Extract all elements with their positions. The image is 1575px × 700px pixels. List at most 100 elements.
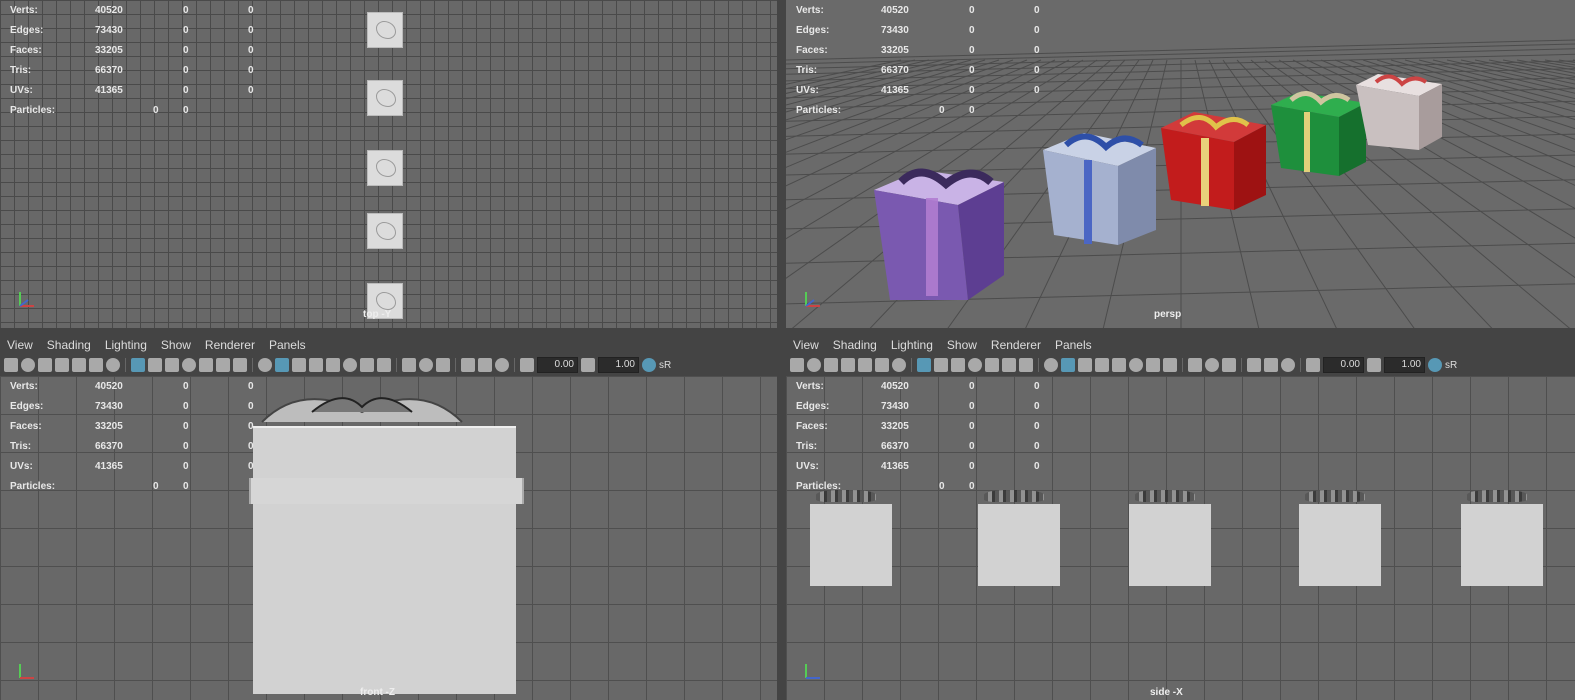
film-gate-icon[interactable]	[148, 358, 162, 372]
menu-lighting[interactable]: Lighting	[884, 338, 940, 352]
wireframe-on-shaded-icon[interactable]	[309, 358, 323, 372]
field-chart-icon[interactable]	[985, 358, 999, 372]
camera-lock-icon[interactable]	[807, 358, 821, 372]
isolate-select-icon[interactable]	[461, 358, 475, 372]
bookmark-icon[interactable]	[55, 358, 69, 372]
image-plane-icon[interactable]	[858, 358, 872, 372]
use-all-lights-icon[interactable]	[1146, 358, 1160, 372]
resolution-gate-icon[interactable]	[165, 358, 179, 372]
wireframe-on-shaded-icon[interactable]	[1095, 358, 1109, 372]
smooth-shade-icon[interactable]	[1061, 358, 1075, 372]
gift-top-view-3[interactable]	[367, 150, 403, 186]
smooth-shade-icon[interactable]	[275, 358, 289, 372]
menu-view[interactable]: View	[786, 338, 826, 352]
color-management-icon[interactable]	[1428, 358, 1442, 372]
isolate-select-icon[interactable]	[1247, 358, 1261, 372]
gate-mask-icon[interactable]	[968, 358, 982, 372]
use-all-lights-icon[interactable]	[360, 358, 374, 372]
shadows-icon[interactable]	[1163, 358, 1177, 372]
exposure-field[interactable]: 0.00	[1323, 357, 1364, 373]
exposure-icon[interactable]	[1306, 358, 1320, 372]
menu-show[interactable]: Show	[154, 338, 198, 352]
safe-action-icon[interactable]	[216, 358, 230, 372]
viewport-front[interactable]: Verts: 40520 0 0 Edges: 73430 0 0 Faces: 33205 0 0 T…	[0, 376, 777, 700]
menu-shading[interactable]: Shading	[40, 338, 98, 352]
safe-action-icon[interactable]	[1002, 358, 1016, 372]
menu-panels[interactable]: Panels	[1048, 338, 1099, 352]
ambient-occlusion-icon[interactable]	[402, 358, 416, 372]
camera-attrs-icon[interactable]	[38, 358, 52, 372]
pan-zoom-icon[interactable]	[875, 358, 889, 372]
viewport-top[interactable]: Verts: 40520 0 0 Edges: 73430 0 0 Faces: 33205 0 0 T…	[0, 0, 777, 328]
gate-mask-icon[interactable]	[182, 358, 196, 372]
camera-icon[interactable]	[790, 358, 804, 372]
frame-all-icon[interactable]	[495, 358, 509, 372]
resolution-gate-icon[interactable]	[951, 358, 965, 372]
bookmark-icon[interactable]	[841, 358, 855, 372]
hud-c: 0	[248, 5, 254, 16]
camera-attrs-icon[interactable]	[824, 358, 838, 372]
ambient-occlusion-icon[interactable]	[1188, 358, 1202, 372]
grid-icon[interactable]	[917, 358, 931, 372]
default-material-icon[interactable]	[1078, 358, 1092, 372]
menu-renderer[interactable]: Renderer	[984, 338, 1048, 352]
gift-side-2[interactable]	[978, 504, 1060, 586]
gift-side-1[interactable]	[810, 504, 892, 586]
gamma-field[interactable]: 1.00	[598, 357, 639, 373]
xray-joints-icon[interactable]	[1129, 358, 1143, 372]
safe-title-icon[interactable]	[233, 358, 247, 372]
menu-panels[interactable]: Panels	[262, 338, 313, 352]
camera-icon[interactable]	[4, 358, 18, 372]
menu-lighting[interactable]: Lighting	[98, 338, 154, 352]
default-material-icon[interactable]	[292, 358, 306, 372]
antialias-icon[interactable]	[436, 358, 450, 372]
antialias-icon[interactable]	[1222, 358, 1236, 372]
viewport-side[interactable]: Verts: 40520 0 0 Edges: 73430 0 0 Faces: 33205 0 0 T…	[786, 376, 1575, 700]
gift-side-5[interactable]	[1461, 504, 1543, 586]
color-management-icon[interactable]	[642, 358, 656, 372]
gift-box-front[interactable]	[253, 426, 516, 694]
menu-view[interactable]: View	[0, 338, 40, 352]
xray-active-icon[interactable]	[1264, 358, 1278, 372]
wireframe-icon[interactable]	[258, 358, 272, 372]
hud-label: Faces:	[796, 45, 828, 56]
hud-a: 73430	[881, 25, 909, 36]
gift-side-3[interactable]	[1129, 504, 1211, 586]
exposure-icon[interactable]	[520, 358, 534, 372]
shadows-icon[interactable]	[377, 358, 391, 372]
image-plane-icon[interactable]	[72, 358, 86, 372]
motion-blur-icon[interactable]	[419, 358, 433, 372]
hud-particles-label: Particles:	[796, 105, 842, 116]
menu-show[interactable]: Show	[940, 338, 984, 352]
gift-bow-front[interactable]	[252, 382, 472, 432]
frame-all-icon[interactable]	[1281, 358, 1295, 372]
grease-pencil-icon[interactable]	[892, 358, 906, 372]
safe-title-icon[interactable]	[1019, 358, 1033, 372]
gamma-icon[interactable]	[581, 358, 595, 372]
xray-icon[interactable]	[326, 358, 340, 372]
hud-b: 0	[969, 401, 975, 412]
hud-label: Verts:	[10, 381, 38, 392]
xray-icon[interactable]	[1112, 358, 1126, 372]
grid-icon[interactable]	[131, 358, 145, 372]
gift-top-view-2[interactable]	[367, 80, 403, 116]
gift-side-4[interactable]	[1299, 504, 1381, 586]
gamma-field[interactable]: 1.00	[1384, 357, 1425, 373]
exposure-field[interactable]: 0.00	[537, 357, 578, 373]
motion-blur-icon[interactable]	[1205, 358, 1219, 372]
camera-lock-icon[interactable]	[21, 358, 35, 372]
menu-shading[interactable]: Shading	[826, 338, 884, 352]
xray-joints-icon[interactable]	[343, 358, 357, 372]
pan-zoom-icon[interactable]	[89, 358, 103, 372]
menu-renderer[interactable]: Renderer	[198, 338, 262, 352]
film-gate-icon[interactable]	[934, 358, 948, 372]
field-chart-icon[interactable]	[199, 358, 213, 372]
wireframe-icon[interactable]	[1044, 358, 1058, 372]
gamma-icon[interactable]	[1367, 358, 1381, 372]
xray-active-icon[interactable]	[478, 358, 492, 372]
gift-top-view-4[interactable]	[367, 213, 403, 249]
hud-c: 0	[1034, 461, 1040, 472]
gift-top-view-1[interactable]	[367, 12, 403, 48]
grease-pencil-icon[interactable]	[106, 358, 120, 372]
viewport-persp[interactable]: Verts: 40520 0 0 Edges: 73430 0 0 Faces: 33205 0 0 T…	[786, 0, 1575, 328]
